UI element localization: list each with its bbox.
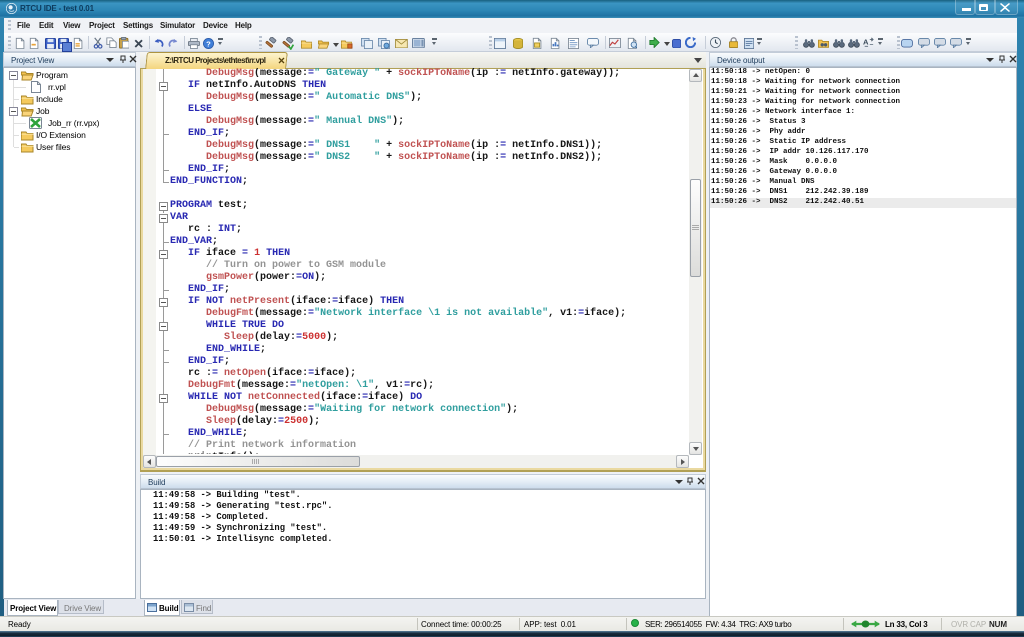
svg-text:A: A (863, 38, 869, 47)
svg-text:?: ? (206, 39, 211, 48)
